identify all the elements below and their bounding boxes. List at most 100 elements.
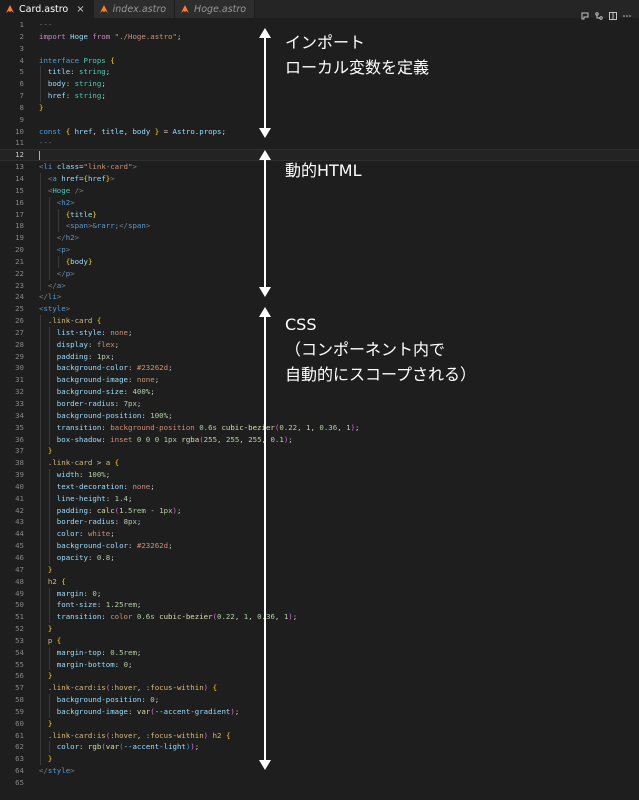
code-line[interactable]: 18 <span>&rarr;</span> [0, 220, 639, 233]
line-number: 64 [15, 766, 24, 776]
code-line[interactable]: 38 .link-card > a { [0, 457, 639, 470]
split-editor-icon[interactable] [609, 5, 617, 20]
code-line[interactable]: 35 transition: background-position 0.6s c… [0, 421, 639, 434]
code-token: , [92, 126, 102, 136]
code-line[interactable]: 19 </h2> [0, 232, 639, 245]
code-line[interactable]: 7 href: string; [0, 90, 639, 102]
tab-card-astro[interactable]: Card.astro × [0, 0, 94, 18]
code-token: : [128, 375, 137, 385]
code-token: ; [288, 434, 293, 444]
code-line[interactable]: 63} [0, 753, 639, 766]
code-editor[interactable]: 1 --- 2 import Hoge from "./Hoge.astro"; 3 4 i… [0, 19, 639, 789]
code-line[interactable]: 64 </style> [0, 765, 639, 777]
code-token: , [337, 422, 347, 432]
code-line[interactable]: 39 width: 100%; [0, 469, 639, 481]
more-actions-icon[interactable] [623, 5, 631, 17]
code-token: 7px [123, 399, 137, 408]
code-line[interactable]: 58 background-position: 0; [0, 694, 639, 706]
line-number: 10 [15, 126, 24, 136]
tab-hoge-astro[interactable]: Hoge.astro [175, 0, 256, 18]
code-token: ; [154, 375, 160, 385]
code-line[interactable]: 60} [0, 717, 639, 730]
code-token: = [163, 126, 173, 136]
code-token: border-radius [56, 517, 115, 527]
indent-guide [40, 599, 41, 612]
code-token: 0.22 [217, 612, 235, 622]
indent-guide [48, 528, 50, 541]
code-line[interactable]: 37} [0, 445, 639, 458]
line-number: 22 [15, 268, 24, 278]
code-token: cubic-bezier [221, 422, 275, 432]
indent-guide [48, 350, 50, 363]
code-line[interactable]: 15 <Hoge /> [0, 184, 639, 197]
preview-icon[interactable] [581, 5, 589, 20]
code-token: { [114, 458, 120, 468]
code-token: :hover [110, 683, 137, 693]
code-line[interactable]: 24 </li> [0, 291, 639, 303]
code-line[interactable]: 21 {body} [0, 255, 639, 268]
code-line[interactable]: 45 background-color: #23262d; [0, 540, 639, 552]
code-line[interactable]: 32 background-size: 400%; [0, 386, 639, 398]
code-line[interactable]: 62 color: rgb(var(--accent-light)); [0, 741, 639, 754]
code-line[interactable]: 48 h2 { [0, 575, 639, 588]
code-line[interactable]: 41 line-height: 1.4; [0, 492, 639, 505]
code-line[interactable]: 22 </p> [0, 267, 639, 280]
code-token: h2 [61, 197, 71, 207]
code-line[interactable]: 65 [0, 777, 639, 789]
code-line[interactable]: 55 margin-bottom: 0; [0, 658, 639, 671]
code-line[interactable]: 17 {title} [0, 208, 639, 221]
code-line[interactable]: 47} [0, 563, 639, 576]
code-line[interactable]: 59 background-image: var(--accent-gradien… [0, 705, 639, 718]
compare-icon[interactable] [595, 5, 603, 20]
code-line[interactable]: 49 margin: 0; [0, 587, 639, 600]
code-line[interactable]: 61 .link-card:is(:hover, :focus-within) h… [0, 729, 639, 742]
code-line[interactable]: 57 .link-card:is(:hover, :focus-within) { [0, 682, 639, 695]
code-line[interactable]: 56} [0, 670, 639, 683]
code-line[interactable]: 51 transition: color 0.6s cubic-bezier(0.… [0, 611, 639, 624]
code-token: 0.6s [136, 612, 160, 622]
indent-guide [40, 634, 41, 647]
astro-file-icon [99, 5, 108, 13]
code-token: 0.5rem [110, 647, 137, 657]
code-line[interactable]: 43 border-radius: 8px; [0, 516, 639, 529]
code-token: > [110, 173, 115, 183]
code-line[interactable]: 20 <p> [0, 244, 639, 256]
code-content: --- [39, 137, 52, 149]
code-content: <p> [57, 244, 70, 256]
code-line[interactable]: 33 border-radius: 7px; [0, 398, 639, 410]
code-line[interactable]: 23 </a> [0, 279, 639, 292]
code-content: </a> [48, 280, 66, 292]
code-token: </ [56, 268, 66, 278]
code-token: : [79, 529, 88, 539]
code-content: interface Props { [39, 55, 115, 67]
code-content: {title} [66, 209, 97, 221]
tab-label: Card.astro [19, 3, 69, 15]
code-token: from [92, 31, 115, 41]
code-token: 400% [132, 387, 151, 397]
code-line[interactable]: 54 margin-top: 0.5rem; [0, 646, 639, 659]
code-line[interactable]: 44 color: white; [0, 528, 639, 541]
code-token: const [39, 126, 66, 136]
tab-index-astro[interactable]: index.astro [93, 0, 176, 18]
code-line[interactable]: 36 box-shadow: inset 0 0 0 1px rgba(255, … [0, 433, 639, 446]
code-token: ; [176, 31, 182, 41]
code-line[interactable]: 40 text-decoration: none; [0, 480, 639, 493]
code-token: } [47, 446, 53, 456]
code-token: h2 [47, 576, 62, 586]
code-line[interactable]: 8} [0, 102, 639, 114]
code-line[interactable]: 10 const { href, title, body } = Astro.pr… [0, 126, 639, 138]
code-token: string [74, 91, 102, 101]
line-number: 49 [15, 588, 24, 598]
code-line[interactable]: 42 padding: calc(1.5rem - 1px); [0, 504, 639, 517]
code-line[interactable]: 11 --- [0, 137, 639, 149]
line-number: 3 [19, 43, 24, 53]
code-line[interactable]: 53 p { [0, 634, 639, 647]
code-line[interactable]: 52} [0, 623, 639, 635]
code-line[interactable]: 50 font-size: 1.25rem; [0, 599, 639, 612]
code-line[interactable]: 16 <h2> [0, 196, 639, 209]
code-line[interactable]: 46 opacity: 0.8; [0, 551, 639, 564]
code-line[interactable]: 9 [0, 114, 639, 126]
code-line[interactable]: 34 background-position: 100%; [0, 409, 639, 422]
close-icon[interactable]: × [76, 4, 84, 15]
code-token: ; [234, 706, 240, 716]
